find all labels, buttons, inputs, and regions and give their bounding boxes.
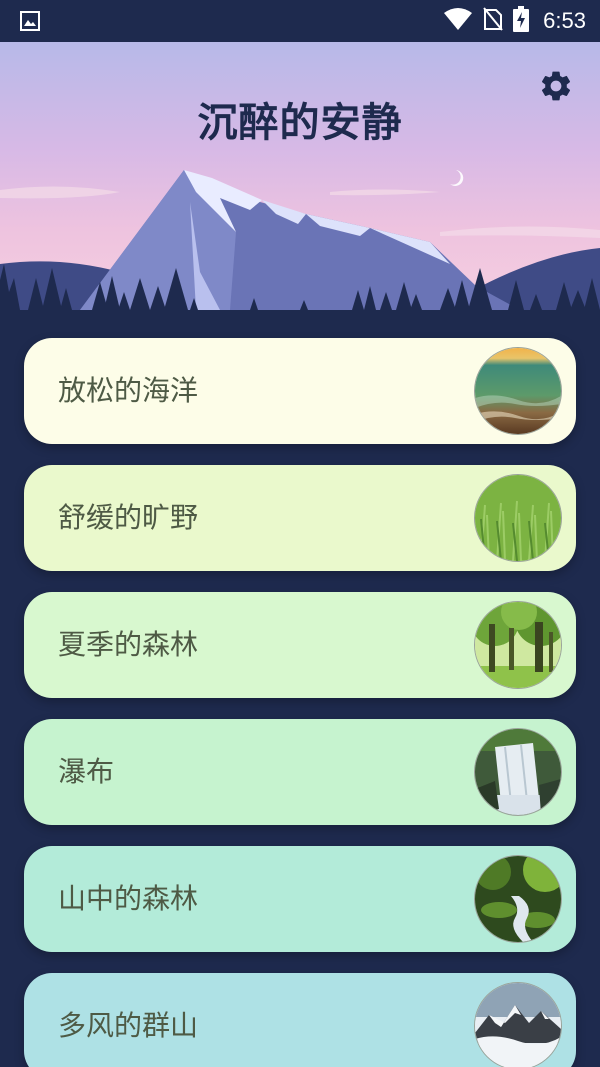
status-icons: 6:53 [433, 0, 586, 42]
sound-list: 放松的海洋 舒缓的旷野 夏季的森林 瀑布 山中的森林 多风的群山 [24, 338, 576, 1067]
mountains-thumbnail [474, 982, 562, 1067]
sound-card-meadow[interactable]: 舒缓的旷野 [24, 465, 576, 571]
app-screen: 6:53 沉醉的安静 放松的海洋 舒缓的旷野 夏季的森林 瀑布 山中的森林 多风… [0, 0, 600, 1067]
gear-icon [541, 71, 571, 101]
sound-card-windy-mountains[interactable]: 多风的群山 [24, 973, 576, 1067]
no-sim-icon [483, 7, 503, 35]
header-banner: 沉醉的安静 [0, 42, 600, 310]
sound-card-ocean[interactable]: 放松的海洋 [24, 338, 576, 444]
sound-card-label: 夏季的森林 [58, 628, 199, 661]
app-title: 沉醉的安静 [197, 100, 403, 146]
sound-card-summer-forest[interactable]: 夏季的森林 [24, 592, 576, 698]
sound-card-waterfall[interactable]: 瀑布 [24, 719, 576, 825]
mountain-landscape-illustration [0, 170, 600, 310]
sound-card-label: 瀑布 [58, 755, 115, 788]
sound-card-label: 山中的森林 [58, 882, 199, 915]
battery-charging-icon [513, 6, 530, 36]
grass-thumbnail [474, 474, 562, 562]
sound-card-label: 放松的海洋 [58, 374, 199, 407]
forest-thumbnail [474, 601, 562, 689]
sound-card-label: 舒缓的旷野 [58, 501, 199, 534]
settings-button[interactable] [538, 68, 574, 104]
status-time: 6:53 [543, 8, 586, 33]
gallery-icon [20, 11, 40, 35]
waterfall-thumbnail [474, 728, 562, 816]
sound-card-label: 多风的群山 [58, 1009, 199, 1042]
status-bar: 6:53 [0, 0, 600, 42]
wifi-icon [443, 7, 473, 35]
ocean-thumbnail [474, 347, 562, 435]
sound-card-mountain-forest[interactable]: 山中的森林 [24, 846, 576, 952]
mountain-stream-thumbnail [474, 855, 562, 943]
